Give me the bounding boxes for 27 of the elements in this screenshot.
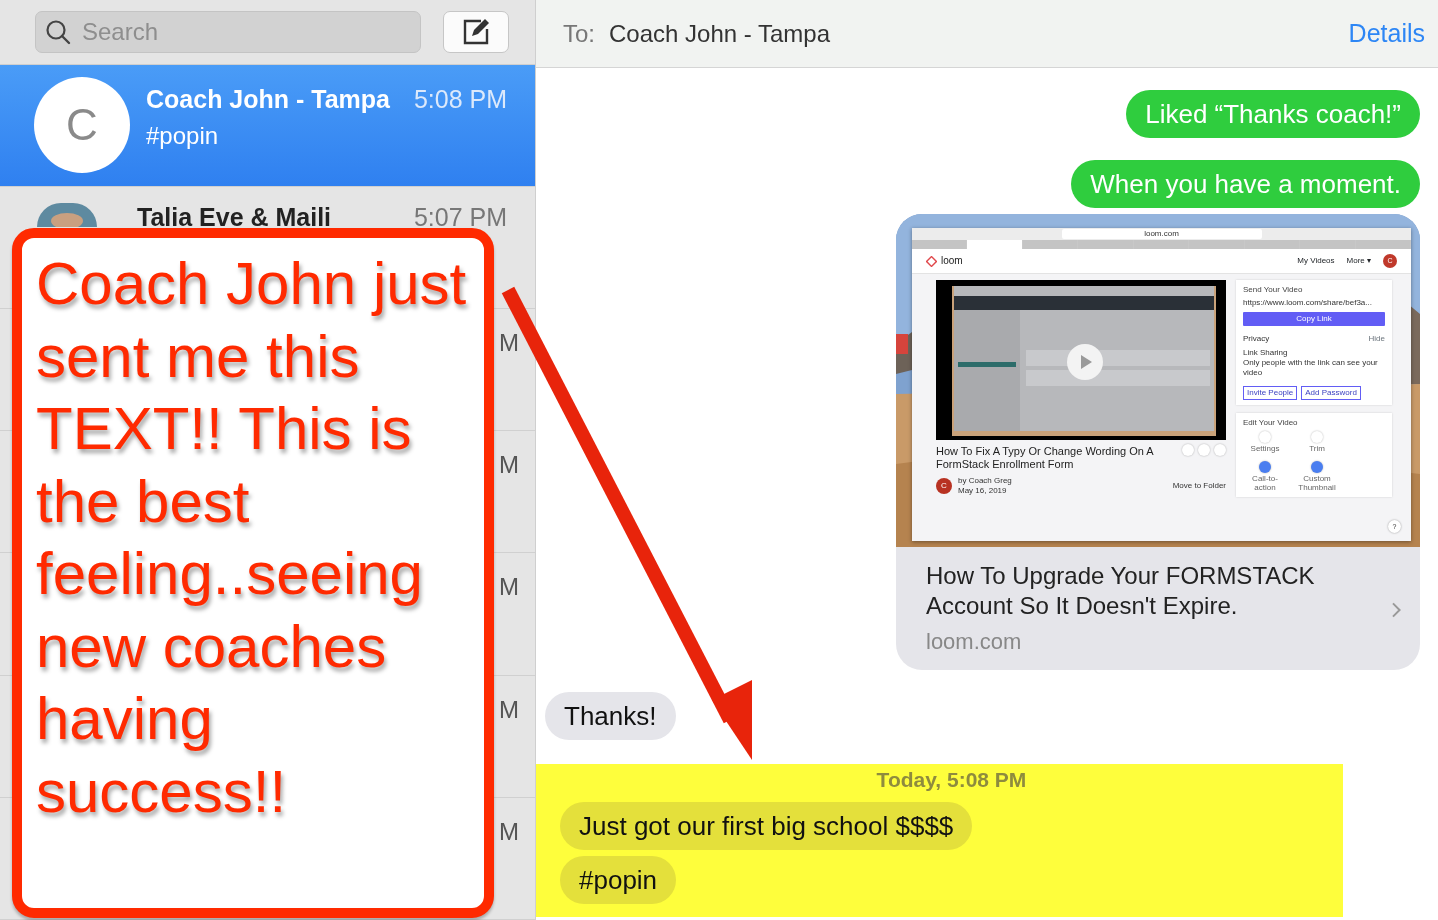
received-message: Thanks! [545, 692, 676, 740]
link-domain: loom.com [926, 628, 1023, 656]
message-time: M [499, 816, 519, 847]
sent-message: When you have a moment. [1071, 160, 1420, 208]
annotation-text: Coach John just sent me this TEXT!! This is the best feeling..seeing new coaches having success!! [36, 249, 468, 827]
contact-name: Talia Eve & Maili [137, 201, 332, 233]
compose-button[interactable] [443, 10, 509, 53]
message-time: 5:07 PM [413, 201, 507, 233]
message-time: M [499, 694, 519, 725]
to-label: To: [563, 18, 595, 49]
recipient-name: Coach John - Tampa [609, 18, 831, 49]
received-message: Just got our first big school $$$$ [560, 801, 973, 850]
message-time: 5:08 PM [413, 83, 507, 115]
message-preview: #popin [146, 121, 220, 152]
received-message: #popin [560, 855, 677, 904]
compose-icon [461, 17, 491, 46]
timestamp: Today, 5:08 PM [875, 767, 1028, 793]
avatar-photo [37, 202, 97, 227]
message-time: M [499, 572, 519, 603]
message-time: M [499, 450, 519, 481]
contact-name: Coach John - Tampa [146, 83, 390, 115]
sent-message: Liked “Thanks coach!” [1126, 90, 1420, 138]
search-icon [45, 18, 71, 45]
avatar: C [34, 76, 130, 173]
link-title: How To Upgrade Your FORMSTACK Account So It Doesn't Expire. [926, 561, 1316, 621]
search-field[interactable]: Search [35, 10, 421, 53]
message-time: M [499, 328, 519, 359]
